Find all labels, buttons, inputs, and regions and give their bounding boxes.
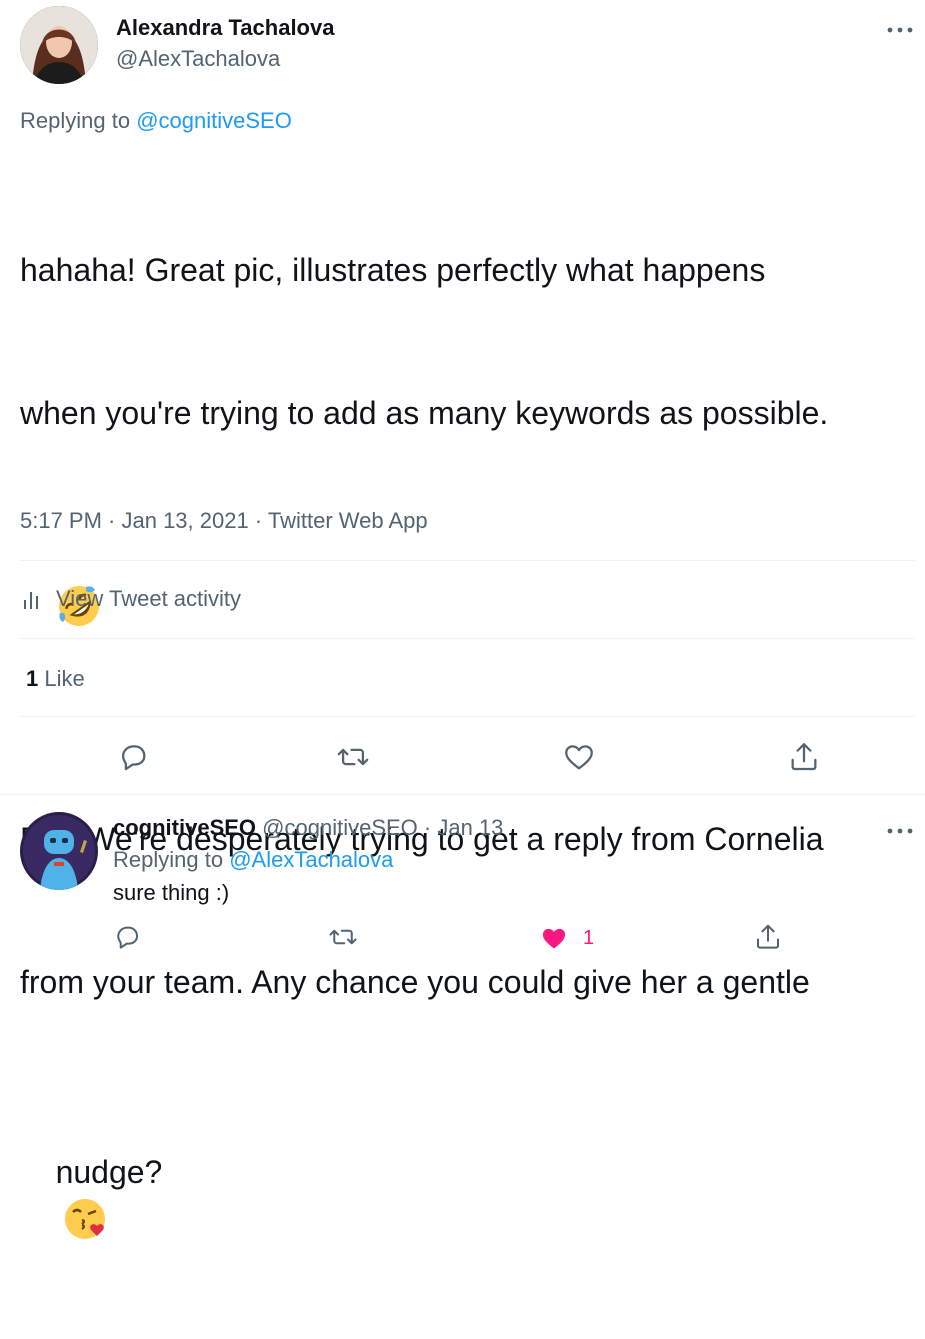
- tweet-text-last-line: nudge?: [20, 1101, 915, 1291]
- share-icon[interactable]: [786, 740, 822, 779]
- reply-replying-to-link[interactable]: @AlexTachalova: [229, 847, 393, 872]
- tweet-text-line: from your team. Any chance you could giv…: [20, 963, 810, 1000]
- replying-to-link[interactable]: @cognitiveSEO: [136, 108, 292, 133]
- replying-to: Replying to @cognitiveSEO: [20, 108, 292, 134]
- like-icon[interactable]: [561, 740, 597, 779]
- reply-author-handle[interactable]: @cognitiveSEO: [262, 815, 418, 840]
- retweet-icon[interactable]: [335, 740, 371, 779]
- likes-summary[interactable]: 1 Like: [26, 666, 85, 692]
- analytics-icon: [24, 592, 38, 609]
- reply-header: cognitiveSEO @cognitiveSEO · Jan 13: [113, 815, 503, 841]
- reply-date[interactable]: · Jan 13: [424, 815, 504, 840]
- divider: [20, 638, 915, 639]
- tweet-text-line: hahaha! Great pic, illustrates perfectly…: [20, 252, 766, 288]
- rolling-laughing-emoji: [20, 532, 915, 627]
- reply-author-name[interactable]: cognitiveSEO: [113, 815, 256, 840]
- tweet-timestamp[interactable]: 5:17 PM · Jan 13, 2021 · Twitter Web App: [20, 508, 428, 534]
- reply-replying-to: Replying to @AlexTachalova: [113, 847, 393, 873]
- view-tweet-activity[interactable]: View Tweet activity: [20, 586, 241, 612]
- reply-reply-icon[interactable]: [112, 922, 142, 957]
- reply-replying-prefix: Replying to: [113, 847, 224, 872]
- divider: [20, 560, 915, 561]
- heart-filled-icon: [542, 928, 566, 949]
- tweet-text-line: nudge?: [55, 1153, 163, 1190]
- reply-share-icon[interactable]: [752, 922, 784, 957]
- reply-retweet-icon[interactable]: [327, 922, 359, 957]
- reply-author-avatar[interactable]: [20, 812, 98, 890]
- more-options-icon[interactable]: [887, 14, 913, 40]
- likes-label: Like: [44, 666, 85, 691]
- likes-count: 1: [26, 666, 39, 691]
- reply-text: sure thing :): [113, 880, 230, 905]
- blowing-kiss-emoji: [64, 1198, 105, 1239]
- divider: [20, 716, 915, 717]
- author-handle[interactable]: @AlexTachalova: [116, 46, 280, 72]
- reply-icon[interactable]: [116, 740, 150, 779]
- author-name[interactable]: Alexandra Tachalova: [116, 15, 334, 41]
- divider: [0, 794, 925, 795]
- reply-more-options-icon[interactable]: [887, 822, 913, 840]
- reply-like-count: 1: [583, 926, 595, 949]
- tweet-text-line: when you're trying to add as many keywor…: [20, 394, 829, 431]
- view-tweet-activity-label: View Tweet activity: [56, 586, 242, 611]
- author-avatar[interactable]: [20, 6, 98, 84]
- replying-prefix: Replying to: [20, 108, 131, 133]
- tweet-text: hahaha! Great pic, illustrates perfectly…: [20, 152, 915, 1339]
- reply-like-button[interactable]: 1: [539, 924, 594, 952]
